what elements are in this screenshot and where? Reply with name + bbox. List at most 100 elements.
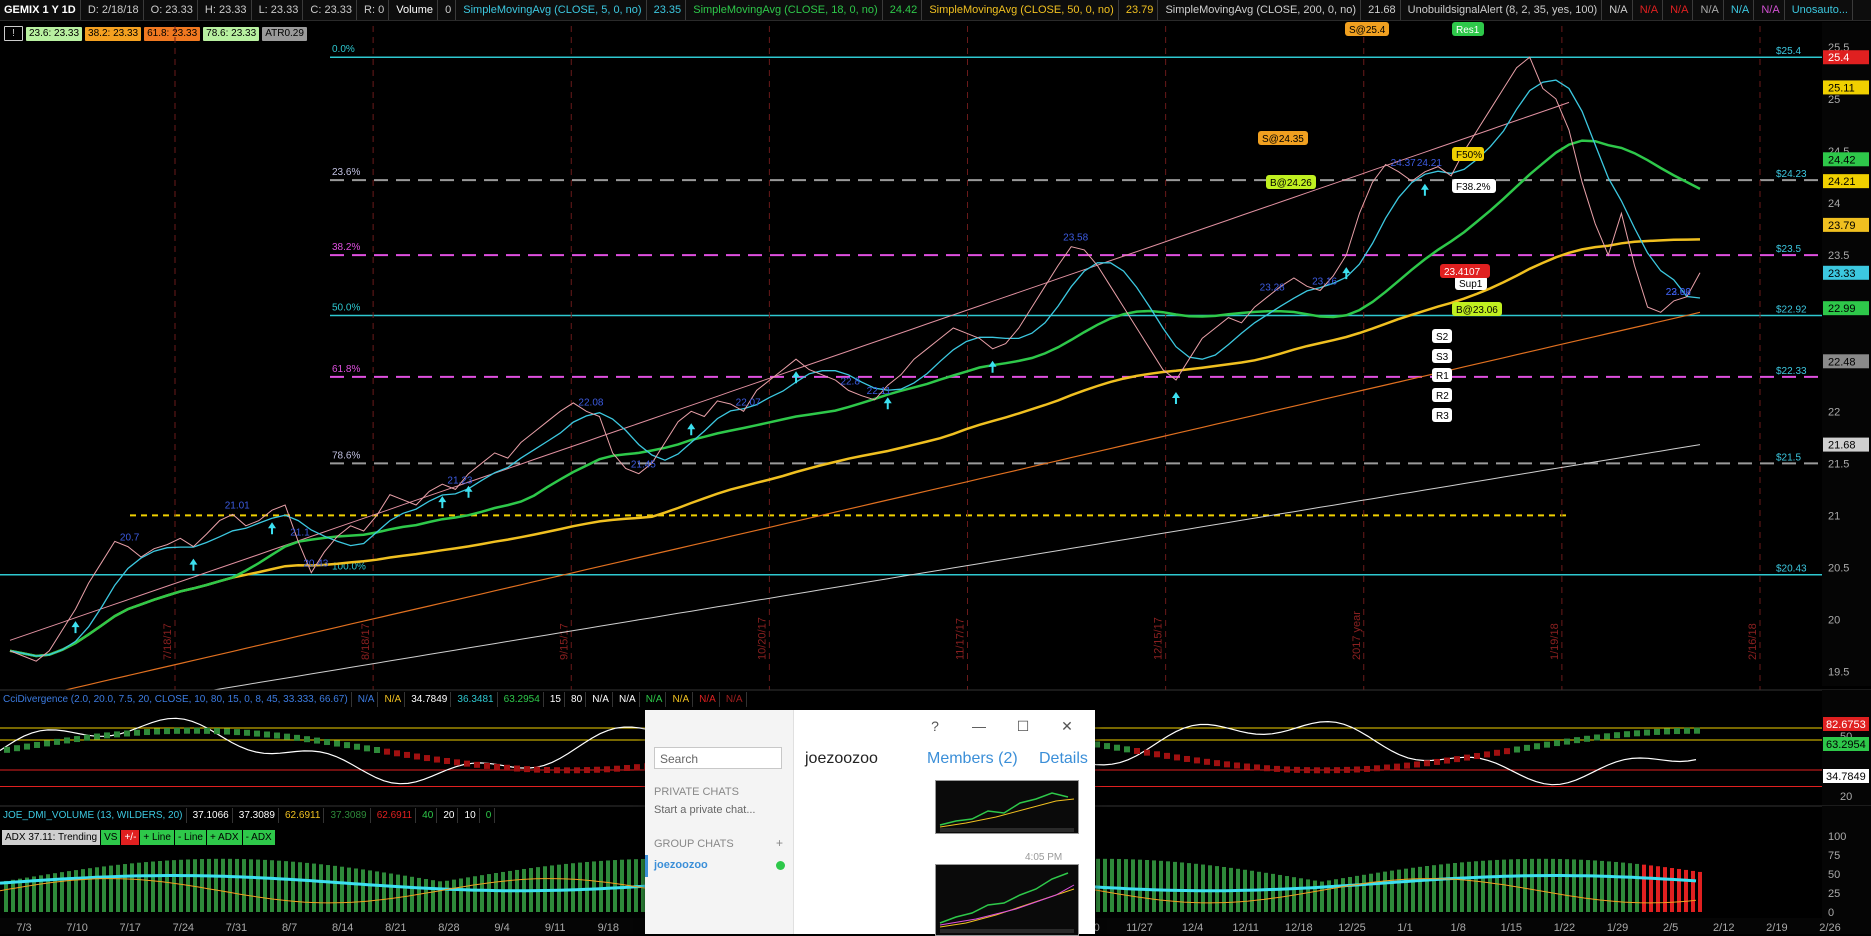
dmi-volume-bar bbox=[1110, 858, 1114, 912]
vertical-date-label: 12/15/17 bbox=[1153, 617, 1165, 660]
dmi-volume-bar bbox=[1215, 866, 1219, 912]
x-tick-label: 1/8 bbox=[1451, 922, 1466, 934]
price-axis-tag-label: 24.42 bbox=[1828, 154, 1856, 166]
cci-axis-tag bbox=[1823, 769, 1869, 783]
alert-study-label[interactable]: UnobuildsignalAlert (8, 2, 35, yes, 100) bbox=[1404, 0, 1603, 20]
dmi-volume-bar bbox=[340, 866, 344, 912]
shared-image-thumbnail[interactable] bbox=[935, 864, 1079, 936]
dmi-volume-bar bbox=[529, 868, 533, 912]
start-private-chat-link[interactable]: Start a private chat... bbox=[654, 804, 756, 816]
annotation-badge bbox=[1440, 264, 1490, 278]
cci-histogram-bar bbox=[474, 761, 480, 768]
study-sma200-label[interactable]: SimpleMovingAvg (CLOSE, 200, 0, no) bbox=[1161, 0, 1362, 20]
maximize-icon[interactable]: ☐ bbox=[1015, 718, 1031, 735]
dmi-volume-bar bbox=[1376, 872, 1380, 912]
dmi-volume-bar bbox=[60, 872, 64, 912]
header-field-range: R: 0 bbox=[360, 0, 390, 20]
cci-value: N/A bbox=[355, 692, 379, 707]
dmi-volume-bar bbox=[1355, 875, 1359, 912]
tab-members[interactable]: Members (2) bbox=[927, 750, 1018, 768]
fib-level-tag: ATR0.29 bbox=[262, 26, 307, 41]
dmi-volume-bar bbox=[298, 862, 302, 912]
dmi-volume-bar bbox=[214, 858, 218, 912]
study-sma18-label[interactable]: SimpleMovingAvg (CLOSE, 18, 0, no) bbox=[689, 0, 883, 20]
dmi-volume-bar bbox=[1397, 869, 1401, 912]
close-icon[interactable]: ✕ bbox=[1059, 718, 1075, 735]
study-sma50-value: 23.79 bbox=[1122, 0, 1159, 20]
tab-details[interactable]: Details bbox=[1039, 750, 1088, 768]
cci-value: N/A bbox=[616, 692, 640, 707]
help-icon[interactable]: ? bbox=[927, 718, 943, 734]
add-group-button[interactable]: + bbox=[776, 836, 783, 850]
message-timestamp: 4:05 PM bbox=[1025, 852, 1063, 863]
dmi-indicator-name[interactable]: JOE_DMI_VOLUME (13, WILDERS, 20) bbox=[0, 808, 187, 823]
dmi-volume-bar bbox=[445, 880, 449, 912]
x-tick-label: 7/17 bbox=[120, 922, 141, 934]
annotation-label: S3 bbox=[1436, 352, 1449, 363]
price-annotation: 24.37 bbox=[1391, 158, 1416, 169]
cci-value: N/A bbox=[723, 692, 747, 707]
chat-sidebar: Search PRIVATE CHATS Start a private cha… bbox=[645, 710, 794, 934]
x-tick-label: 7/3 bbox=[16, 922, 31, 934]
shared-image-thumbnail[interactable] bbox=[935, 780, 1079, 834]
dmi-volume-bar bbox=[466, 877, 470, 912]
y-tick-label: 22.5 bbox=[1828, 354, 1849, 366]
dmi-volume-bar bbox=[109, 865, 113, 912]
adx-tag: + Line bbox=[140, 830, 174, 845]
dmi-volume-bar bbox=[1635, 863, 1639, 912]
y-tick-label: 24.5 bbox=[1828, 146, 1849, 158]
study-sma5-label[interactable]: SimpleMovingAvg (CLOSE, 5, 0, no) bbox=[459, 0, 647, 20]
cci-histogram-bar bbox=[64, 737, 70, 744]
buy-arrow-icon bbox=[988, 360, 997, 373]
cci-histogram-bar bbox=[44, 740, 50, 747]
dmi-value: 62.6911 bbox=[282, 808, 325, 823]
cci-histogram-bar bbox=[4, 746, 10, 753]
vertical-date-label: 8/18/17 bbox=[360, 623, 372, 660]
price-annotation: 22.07 bbox=[736, 397, 761, 408]
minimize-icon[interactable]: — bbox=[971, 718, 987, 734]
dmi-volume-bar bbox=[102, 866, 106, 912]
dmi-volume-bar bbox=[1096, 858, 1100, 912]
dmi-volume-bar bbox=[53, 873, 57, 912]
chat-search-input[interactable]: Search bbox=[654, 747, 782, 769]
vertical-date-label: 11/17/17 bbox=[955, 618, 967, 660]
price-axis-tag bbox=[1823, 437, 1869, 452]
study-sma50-label[interactable]: SimpleMovingAvg (CLOSE, 50, 0, no) bbox=[925, 0, 1119, 20]
price-axis-tag-label: 25.4 bbox=[1828, 52, 1849, 64]
group-chat-item[interactable]: joezoozoo bbox=[645, 855, 793, 877]
cci-histogram-bar bbox=[1214, 760, 1220, 767]
dmi-volume-bar bbox=[599, 860, 603, 912]
annotation-label: B@23.06 bbox=[1456, 305, 1498, 316]
price-annotation: 23.16 bbox=[1312, 276, 1337, 287]
y-tick-label: 20.5 bbox=[1828, 562, 1849, 574]
volume-value: 0 bbox=[441, 0, 457, 20]
fib-level-tag: 23.6: 23.33 bbox=[26, 26, 83, 41]
cci-indicator-name[interactable]: CciDivergence (2.0, 20.0, 7.5, 20, CLOSE… bbox=[0, 692, 352, 707]
cci-histogram-bar bbox=[584, 767, 590, 774]
dmi-volume-bar bbox=[1579, 859, 1583, 912]
cci-histogram-bar bbox=[1464, 754, 1470, 761]
cci-histogram-bar bbox=[504, 764, 510, 771]
study-uno-label[interactable]: Unosauto... bbox=[1788, 0, 1853, 20]
right-level-label: $24.23 bbox=[1776, 169, 1807, 180]
cci-histogram-bar bbox=[1624, 731, 1630, 738]
annotation-label: S@25.4 bbox=[1349, 25, 1386, 36]
dmi-volume-bar bbox=[1173, 861, 1177, 912]
cci-histogram-bar bbox=[274, 732, 280, 739]
chat-window[interactable]: Search PRIVATE CHATS Start a private cha… bbox=[645, 710, 1095, 936]
volume-label[interactable]: Volume bbox=[392, 0, 438, 20]
adx-tag: - Line bbox=[174, 830, 206, 845]
info-icon[interactable]: ! bbox=[4, 26, 23, 41]
vertical-date-label: 9/15/17 bbox=[558, 623, 570, 660]
symbol-label[interactable]: GEMIX 1 Y 1D bbox=[0, 0, 81, 20]
dmi-volume-bar bbox=[382, 872, 386, 912]
cci-histogram-bar bbox=[1234, 762, 1240, 769]
price-axis-tag-label: 23.33 bbox=[1828, 268, 1856, 280]
annotation-badge bbox=[1432, 329, 1452, 343]
group-chat-item-label: joezoozoo bbox=[654, 859, 708, 871]
vertical-date-label: 10/20/17 bbox=[756, 617, 768, 660]
dmi-volume-bar bbox=[1348, 876, 1352, 912]
dmi-volume-bar bbox=[1516, 859, 1520, 912]
x-tick-label: 11/27 bbox=[1126, 922, 1153, 934]
annotation-label: 23.4107 bbox=[1444, 267, 1481, 278]
